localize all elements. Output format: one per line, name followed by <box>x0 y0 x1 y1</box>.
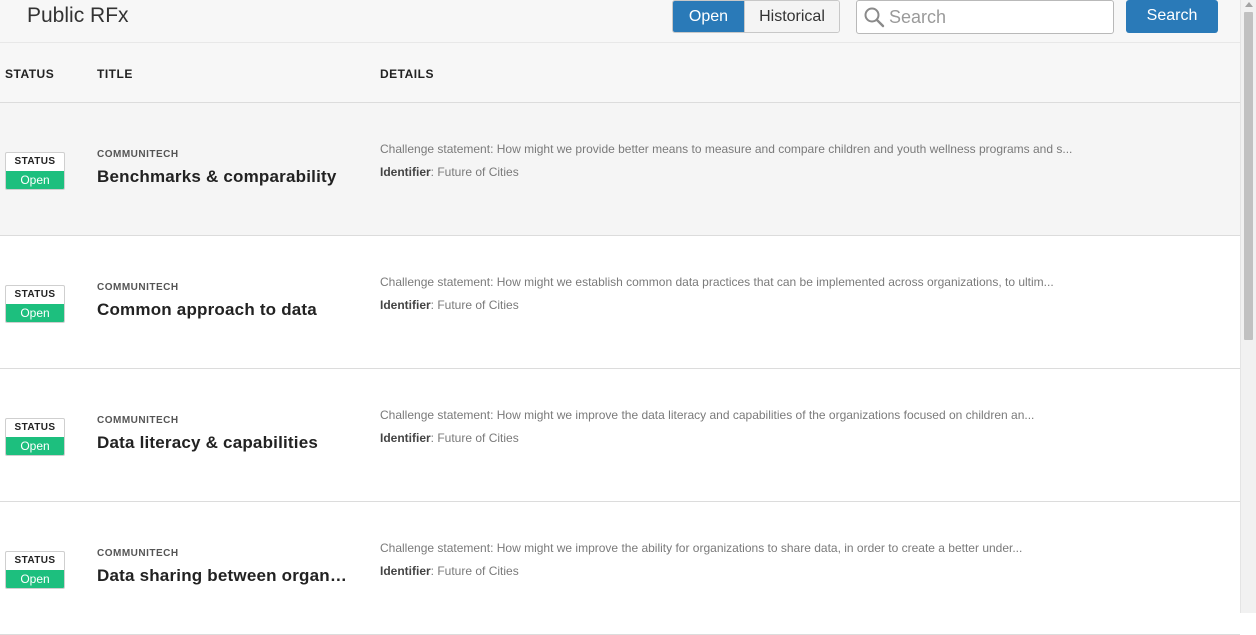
identifier-label: Identifier <box>380 298 431 312</box>
table-row[interactable]: STATUS Open COMMUNITECH Benchmarks & com… <box>0 103 1240 236</box>
table-row[interactable]: STATUS Open COMMUNITECH Common approach … <box>0 236 1240 369</box>
table-header: STATUS TITLE DETAILS <box>0 43 1240 103</box>
organization-name: COMMUNITECH <box>97 548 179 559</box>
identifier-value: : Future of Cities <box>430 165 519 179</box>
identifier: Identifier: Future of Cities <box>380 431 519 445</box>
organization-name: COMMUNITECH <box>97 415 179 426</box>
identifier-value: : Future of Cities <box>430 564 519 578</box>
identifier: Identifier: Future of Cities <box>380 564 519 578</box>
identifier-label: Identifier <box>380 564 431 578</box>
status-badge-label: STATUS <box>14 289 56 300</box>
status-badge: STATUS Open <box>5 285 65 323</box>
rfx-title-link[interactable]: Common approach to data <box>97 300 347 320</box>
status-badge-value: Open <box>6 304 64 322</box>
scrollbar-thumb[interactable] <box>1244 12 1253 340</box>
rfx-title-link[interactable]: Data sharing between organizations <box>97 566 347 586</box>
column-header-status[interactable]: STATUS <box>5 67 54 81</box>
top-bar: Public RFx Open Historical Search <box>0 0 1240 43</box>
filter-open-button[interactable]: Open <box>673 1 744 32</box>
table-row[interactable]: STATUS Open COMMUNITECH Data literacy & … <box>0 369 1240 502</box>
column-header-details: DETAILS <box>380 67 434 81</box>
column-header-title[interactable]: TITLE <box>97 67 133 81</box>
status-badge: STATUS Open <box>5 418 65 456</box>
challenge-description: Challenge statement: How might we improv… <box>380 408 1035 422</box>
challenge-description: Challenge statement: How might we improv… <box>380 541 1023 555</box>
identifier: Identifier: Future of Cities <box>380 165 519 179</box>
table-row[interactable]: STATUS Open COMMUNITECH Data sharing bet… <box>0 502 1240 635</box>
search-button[interactable]: Search <box>1126 0 1218 33</box>
status-badge-value: Open <box>6 570 64 588</box>
identifier-label: Identifier <box>380 165 431 179</box>
status-badge-value: Open <box>6 171 64 189</box>
identifier-label: Identifier <box>380 431 431 445</box>
status-badge-label: STATUS <box>14 156 56 167</box>
status-badge: STATUS Open <box>5 152 65 190</box>
rfx-title-link[interactable]: Benchmarks & comparability <box>97 167 347 187</box>
status-badge: STATUS Open <box>5 551 65 589</box>
challenge-description: Challenge statement: How might we establ… <box>380 275 1054 289</box>
status-badge-label: STATUS <box>14 422 56 433</box>
search-field[interactable] <box>856 0 1114 34</box>
rfx-title-link[interactable]: Data literacy & capabilities <box>97 433 347 453</box>
status-badge-value: Open <box>6 437 64 455</box>
search-input[interactable] <box>889 4 1104 30</box>
vertical-scrollbar[interactable] <box>1240 0 1256 613</box>
identifier-value: : Future of Cities <box>430 431 519 445</box>
identifier: Identifier: Future of Cities <box>380 298 519 312</box>
status-filter-toggle: Open Historical <box>672 0 840 33</box>
status-badge-label: STATUS <box>14 555 56 566</box>
scroll-up-arrow-icon[interactable] <box>1245 2 1253 7</box>
page-title: Public RFx <box>27 4 129 27</box>
search-icon <box>864 7 885 28</box>
filter-historical-button[interactable]: Historical <box>744 1 839 32</box>
identifier-value: : Future of Cities <box>430 298 519 312</box>
challenge-description: Challenge statement: How might we provid… <box>380 142 1073 156</box>
organization-name: COMMUNITECH <box>97 149 179 160</box>
organization-name: COMMUNITECH <box>97 282 179 293</box>
